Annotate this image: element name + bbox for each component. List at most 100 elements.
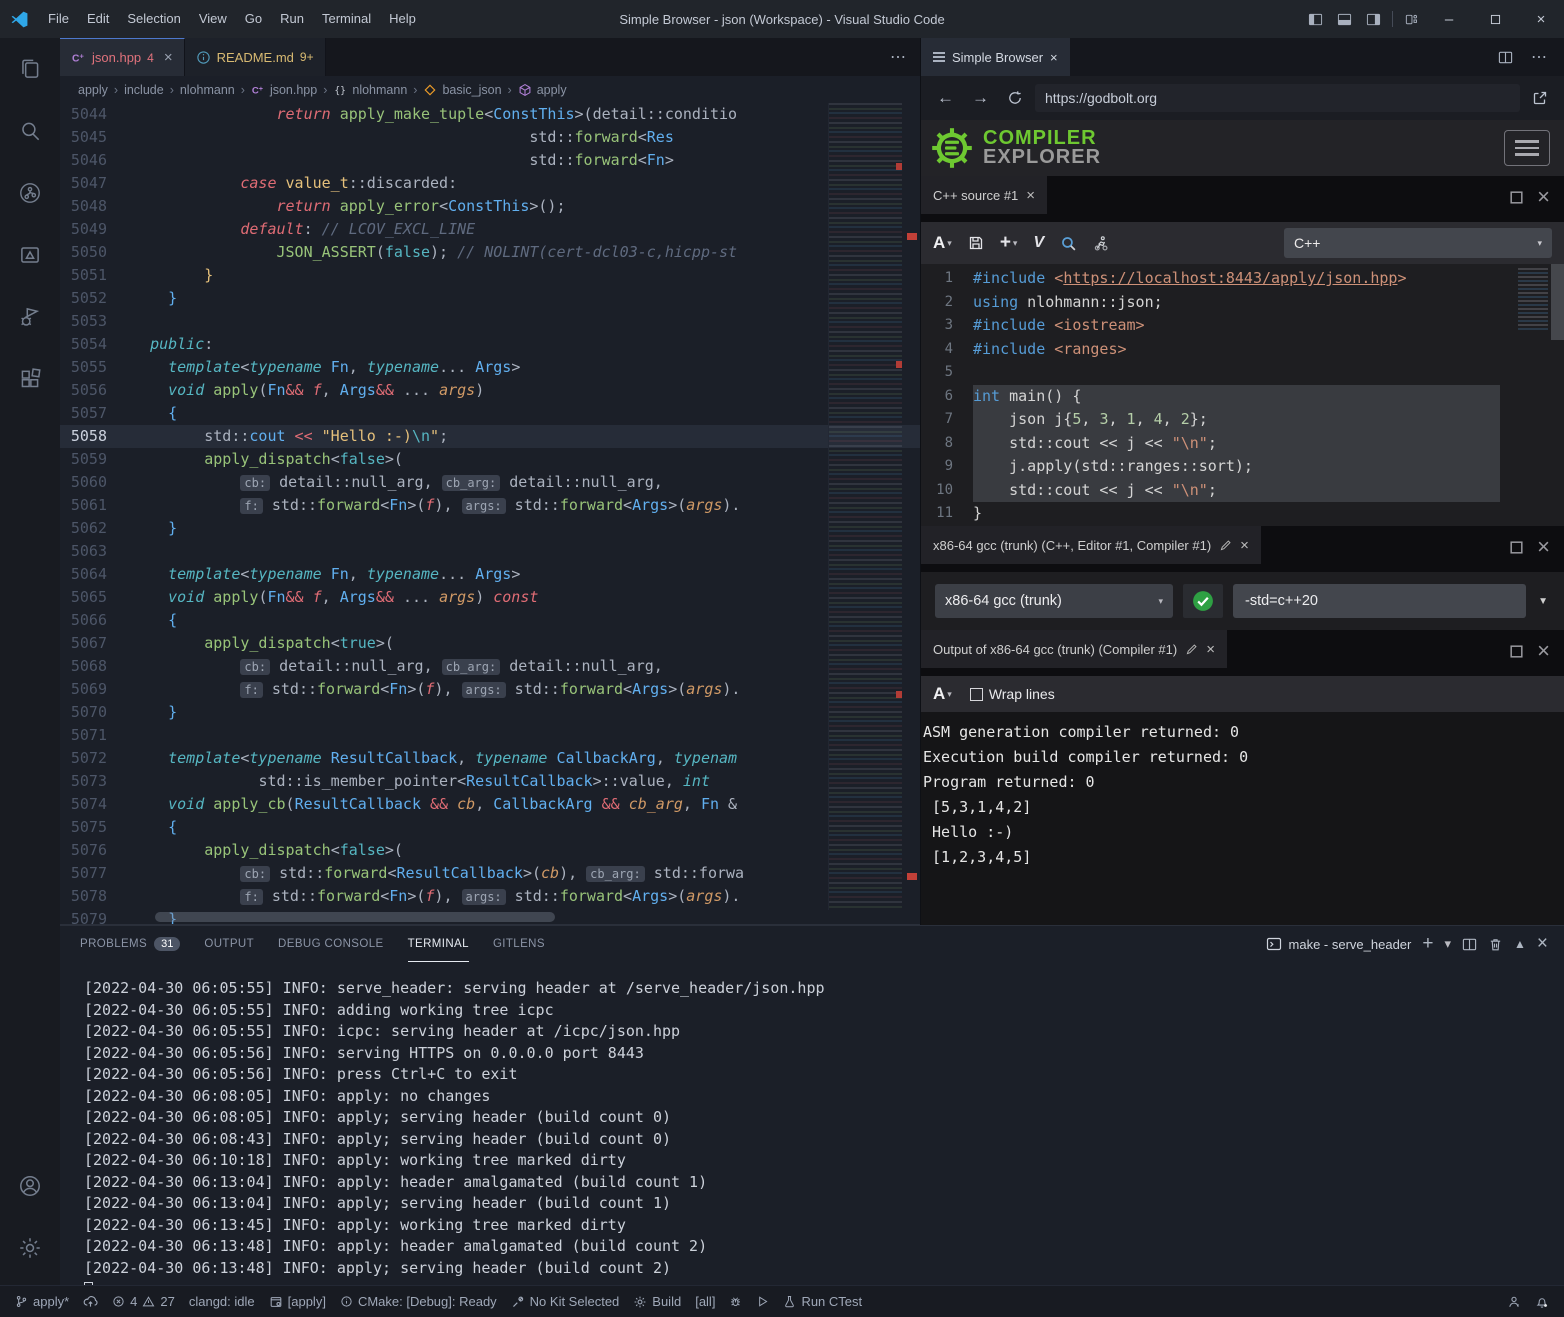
panel-tab-problems[interactable]: PROBLEMS31 bbox=[80, 926, 180, 962]
vertical-scrollbar[interactable] bbox=[1551, 264, 1564, 340]
maximize-pane-icon[interactable] bbox=[1508, 539, 1525, 556]
source-control-icon[interactable] bbox=[0, 162, 60, 224]
toggle-secondary-sidebar-icon[interactable] bbox=[1359, 0, 1388, 38]
maximize-panel-icon[interactable]: ▲ bbox=[1514, 937, 1526, 951]
rename-pane-icon[interactable] bbox=[1185, 643, 1198, 656]
terminal-dropdown-icon[interactable]: ▾ bbox=[1444, 936, 1451, 952]
git-branch[interactable]: apply* bbox=[8, 1286, 76, 1317]
feedback[interactable] bbox=[1500, 1286, 1528, 1317]
cmake-build[interactable]: Build bbox=[626, 1286, 688, 1317]
vim-mode-button[interactable]: V bbox=[1033, 234, 1044, 252]
reload-icon[interactable] bbox=[1001, 90, 1029, 106]
panel-tab-output[interactable]: OUTPUT bbox=[204, 926, 254, 962]
cmake-kit[interactable]: No Kit Selected bbox=[504, 1286, 627, 1317]
source-editor[interactable]: 1#include <https://localhost:8443/apply/… bbox=[921, 264, 1564, 526]
menu-view[interactable]: View bbox=[190, 11, 236, 26]
close-tab-icon[interactable]: × bbox=[164, 49, 173, 66]
cppinsights-icon[interactable] bbox=[1060, 235, 1077, 252]
terminal-instance[interactable]: make - serve_header bbox=[1266, 936, 1412, 952]
add-pane-button[interactable]: +▾ bbox=[1000, 232, 1018, 254]
more-actions-icon[interactable]: ⋯ bbox=[1524, 38, 1554, 76]
cmake-icon[interactable] bbox=[0, 224, 60, 286]
font-size-button[interactable]: A▾ bbox=[933, 684, 952, 704]
compiler-pane-tab[interactable]: x86-64 gcc (trunk) (C++, Editor #1, Comp… bbox=[921, 526, 1261, 564]
maximize-button[interactable] bbox=[1472, 0, 1518, 38]
menu-terminal[interactable]: Terminal bbox=[313, 11, 380, 26]
menu-edit[interactable]: Edit bbox=[78, 11, 118, 26]
breadcrumb-item[interactable]: {}nlohmann bbox=[333, 83, 407, 97]
launch-button[interactable] bbox=[749, 1286, 776, 1317]
breadcrumb-item[interactable]: nlohmann bbox=[180, 83, 235, 97]
terminal-output[interactable]: [2022-04-30 06:05:55] INFO: serve_header… bbox=[60, 962, 1564, 1299]
panel-tab-terminal[interactable]: TERMINAL bbox=[408, 926, 469, 962]
minimap[interactable] bbox=[828, 103, 902, 910]
close-pane-icon[interactable]: × bbox=[1206, 641, 1215, 658]
debug-button[interactable] bbox=[722, 1286, 749, 1317]
menu-run[interactable]: Run bbox=[271, 11, 313, 26]
more-actions-icon[interactable]: ⋯ bbox=[876, 38, 920, 76]
options-dropdown-icon[interactable]: ▼ bbox=[1536, 596, 1550, 607]
panel-tab-gitlens[interactable]: GITLENS bbox=[493, 926, 545, 962]
run-ctest[interactable]: Run CTest bbox=[776, 1286, 869, 1317]
forward-icon[interactable]: → bbox=[966, 88, 995, 108]
horizontal-scrollbar[interactable] bbox=[155, 912, 555, 922]
cmake-project[interactable]: [apply] bbox=[262, 1286, 333, 1317]
compiler-select[interactable]: x86-64 gcc (trunk) ▾ bbox=[935, 584, 1173, 618]
breadcrumb-item[interactable]: C+json.hpp bbox=[251, 83, 317, 97]
close-pane-icon[interactable]: × bbox=[1537, 638, 1550, 664]
quickbench-icon[interactable] bbox=[1093, 235, 1109, 251]
maximize-pane-icon[interactable] bbox=[1508, 189, 1525, 206]
menu-selection[interactable]: Selection bbox=[118, 11, 189, 26]
close-tab-icon[interactable]: × bbox=[1050, 50, 1058, 65]
hamburger-menu-icon[interactable] bbox=[1504, 130, 1550, 166]
tab-simple-browser[interactable]: Simple Browser × bbox=[921, 38, 1070, 76]
cmake-status[interactable]: CMake: [Debug]: Ready bbox=[333, 1286, 504, 1317]
back-icon[interactable]: ← bbox=[931, 88, 960, 108]
compiler-options-input[interactable]: -std=c++20 bbox=[1233, 584, 1526, 618]
problems[interactable]: 427 bbox=[105, 1286, 182, 1317]
accounts-icon[interactable] bbox=[0, 1155, 60, 1217]
url-input[interactable]: https://godbolt.org bbox=[1035, 84, 1520, 112]
overview-ruler[interactable] bbox=[902, 103, 920, 924]
breadcrumb[interactable]: apply›include›nlohmann›C+json.hpp›{}nloh… bbox=[60, 76, 920, 103]
minimap[interactable] bbox=[1518, 268, 1548, 332]
split-editor-icon[interactable] bbox=[1491, 38, 1520, 76]
compiler-explorer-logo-icon[interactable] bbox=[929, 125, 975, 171]
menu-go[interactable]: Go bbox=[236, 11, 271, 26]
publish-changes[interactable] bbox=[76, 1286, 105, 1317]
toggle-sidebar-icon[interactable] bbox=[1301, 0, 1330, 38]
program-output[interactable]: ASM generation compiler returned: 0Execu… bbox=[921, 712, 1564, 925]
search-icon[interactable] bbox=[0, 100, 60, 162]
maximize-pane-icon[interactable] bbox=[1508, 643, 1525, 660]
source-pane-tab[interactable]: C++ source #1 × bbox=[921, 176, 1047, 214]
toggle-panel-icon[interactable] bbox=[1330, 0, 1359, 38]
language-select[interactable]: C++ ▾ bbox=[1284, 228, 1552, 258]
output-pane-tab[interactable]: Output of x86-64 gcc (trunk) (Compiler #… bbox=[921, 630, 1227, 668]
split-terminal-icon[interactable] bbox=[1462, 937, 1477, 952]
build-target[interactable]: [all] bbox=[688, 1286, 722, 1317]
compile-status[interactable] bbox=[1183, 584, 1223, 618]
kill-terminal-icon[interactable] bbox=[1488, 937, 1503, 952]
close-pane-icon[interactable]: × bbox=[1240, 537, 1249, 554]
wrap-lines-checkbox[interactable]: Wrap lines bbox=[970, 686, 1055, 702]
close-window-button[interactable]: × bbox=[1518, 0, 1564, 38]
close-pane-icon[interactable]: × bbox=[1537, 534, 1550, 560]
new-terminal-icon[interactable]: + bbox=[1422, 933, 1433, 955]
close-pane-icon[interactable]: × bbox=[1026, 187, 1035, 204]
tab-json-hpp[interactable]: C+ json.hpp 4 × bbox=[60, 38, 185, 76]
breadcrumb-item[interactable]: apply bbox=[518, 83, 567, 97]
settings-gear-icon[interactable] bbox=[0, 1217, 60, 1279]
tab-readme-md[interactable]: README.md 9+ bbox=[185, 38, 326, 76]
breadcrumb-item[interactable]: basic_json bbox=[423, 83, 501, 97]
open-external-icon[interactable] bbox=[1526, 90, 1554, 106]
customize-layout-icon[interactable] bbox=[1397, 0, 1426, 38]
minimize-button[interactable]: – bbox=[1426, 0, 1472, 38]
menu-file[interactable]: File bbox=[39, 11, 78, 26]
save-icon[interactable] bbox=[968, 235, 984, 251]
breadcrumb-item[interactable]: include bbox=[124, 83, 164, 97]
run-debug-icon[interactable] bbox=[0, 286, 60, 348]
clangd-status[interactable]: clangd: idle bbox=[182, 1286, 262, 1317]
rename-pane-icon[interactable] bbox=[1219, 539, 1232, 552]
close-panel-icon[interactable]: × bbox=[1537, 933, 1548, 955]
notifications[interactable] bbox=[1528, 1286, 1556, 1317]
